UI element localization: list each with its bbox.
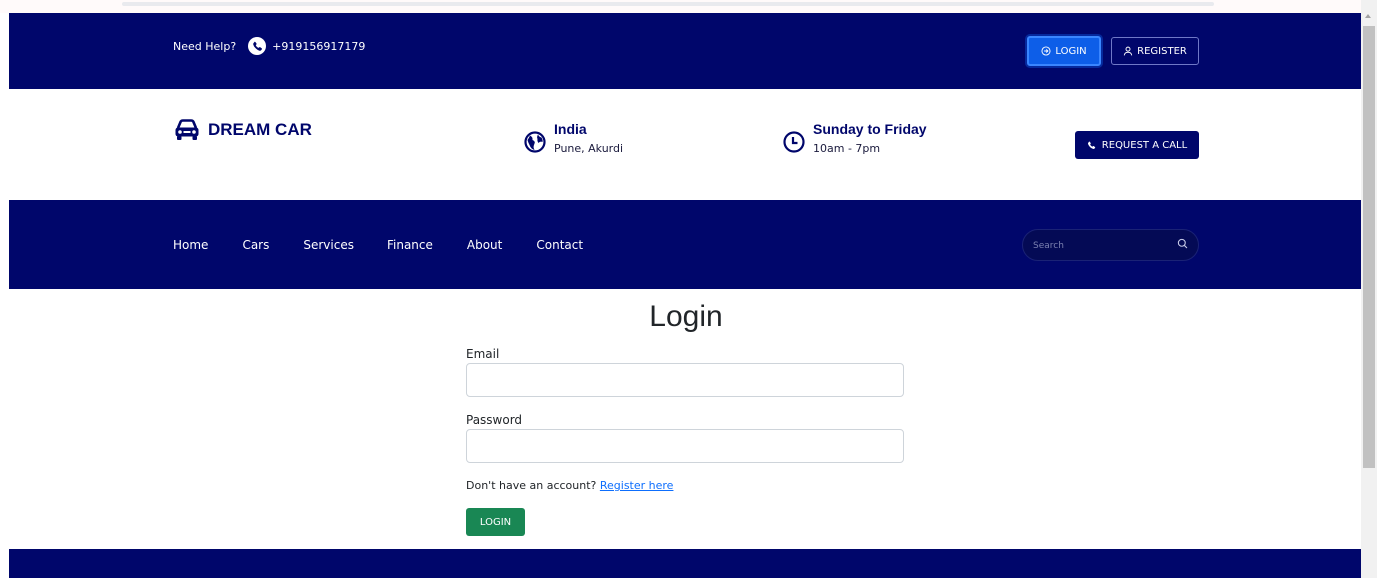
- nav-item-contact[interactable]: Contact: [536, 238, 583, 252]
- password-field[interactable]: [466, 429, 904, 463]
- top-bar: Need Help? +919156917179 LOGIN REGISTER: [9, 13, 1361, 89]
- phone-icon: [248, 37, 267, 55]
- brand-logo[interactable]: DREAM CAR: [174, 119, 312, 141]
- car-icon: [175, 119, 199, 140]
- register-prompt-text: Don't have an account?: [466, 479, 597, 492]
- scroll-thumb[interactable]: [1363, 26, 1375, 468]
- login-submit-label: LOGIN: [479, 516, 512, 528]
- nav-item-finance[interactable]: Finance: [387, 238, 433, 252]
- register-prompt: Don't have an account? Register here: [466, 479, 673, 492]
- login-button[interactable]: LOGIN: [1027, 36, 1101, 66]
- brand-name: DREAM CAR: [208, 120, 312, 139]
- nav-item-about[interactable]: About: [467, 238, 502, 252]
- nav-item-home[interactable]: Home: [173, 238, 208, 252]
- footer: [9, 549, 1361, 578]
- register-link[interactable]: Register here: [600, 479, 674, 492]
- request-call-button[interactable]: REQUEST A CALL: [1075, 131, 1199, 159]
- search-input[interactable]: [1033, 237, 1163, 255]
- register-button[interactable]: REGISTER: [1111, 37, 1199, 65]
- page-scrollbar[interactable]: [1361, 0, 1377, 578]
- top-strip-line: [122, 2, 1214, 6]
- login-submit-button[interactable]: LOGIN: [466, 508, 525, 536]
- info-bar: DREAM CAR India Pune, Akurdi Sunday to F…: [9, 89, 1361, 200]
- scroll-up-arrow-icon[interactable]: [1365, 14, 1371, 18]
- search-box: [1022, 229, 1199, 261]
- login-button-label: LOGIN: [1055, 45, 1087, 57]
- location-info: India Pune, Akurdi: [524, 121, 623, 155]
- login-icon: [1041, 46, 1051, 56]
- email-label: Email: [466, 347, 500, 361]
- hours-info: Sunday to Friday 10am - 7pm: [783, 121, 927, 155]
- search-icon[interactable]: [1177, 238, 1188, 249]
- request-call-label: REQUEST A CALL: [1101, 139, 1188, 151]
- page-title: Login: [649, 300, 723, 333]
- clock-icon: [783, 131, 805, 153]
- globe-icon: [524, 131, 546, 153]
- location-subtitle: Pune, Akurdi: [554, 142, 624, 155]
- email-field[interactable]: [466, 363, 904, 397]
- phone-number[interactable]: +919156917179: [272, 40, 365, 53]
- page: Need Help? +919156917179 LOGIN REGISTER: [0, 0, 1361, 578]
- nav-bar: Home Cars Services Finance About Contact: [9, 200, 1361, 289]
- nav-item-cars[interactable]: Cars: [242, 238, 269, 252]
- password-label: Password: [466, 413, 523, 427]
- help-contact: Need Help? +919156917179: [173, 37, 365, 55]
- top-strip: [0, 0, 1361, 13]
- main-nav: Home Cars Services Finance About Contact: [173, 238, 583, 252]
- nav-item-services[interactable]: Services: [303, 238, 354, 252]
- help-label: Need Help?: [173, 39, 237, 53]
- phone-icon: [1087, 141, 1095, 149]
- hours-subtitle: 10am - 7pm: [813, 142, 881, 155]
- location-title: India: [554, 121, 587, 137]
- user-icon: [1123, 46, 1133, 56]
- register-button-label: REGISTER: [1137, 45, 1187, 57]
- hours-title: Sunday to Friday: [813, 121, 927, 137]
